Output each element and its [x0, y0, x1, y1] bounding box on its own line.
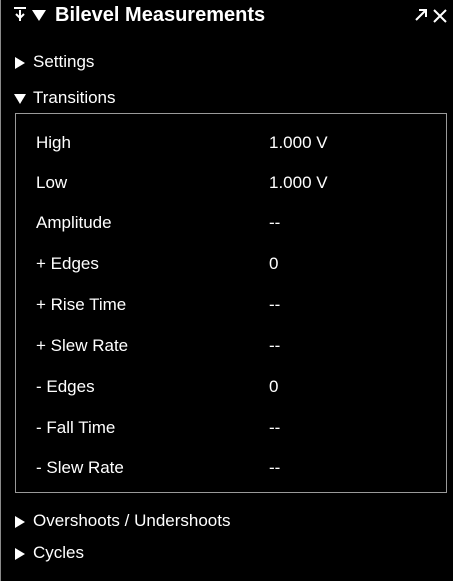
measurement-value: 0: [269, 254, 279, 273]
measurement-value: --: [269, 458, 281, 477]
section-transitions-header[interactable]: Transitions: [1, 81, 116, 115]
measurement-row: Low 1.000 V: [16, 164, 446, 202]
measurement-label: - Fall Time: [36, 418, 116, 437]
measurement-row: + Rise Time --: [16, 286, 446, 324]
measurement-row: + Edges 0: [16, 245, 446, 283]
section-transitions-label: Transitions: [33, 88, 116, 107]
section-settings-header[interactable]: Settings: [1, 45, 94, 79]
measurement-label: + Slew Rate: [36, 336, 129, 355]
panel-title: Bilevel Measurements: [55, 4, 266, 26]
measurement-label: - Edges: [36, 377, 95, 396]
section-cycles-header[interactable]: Cycles: [1, 536, 84, 570]
measurement-label: High: [36, 133, 71, 152]
triangle-right-icon: [13, 546, 27, 560]
section-settings-label: Settings: [33, 52, 95, 71]
measurement-label: - Slew Rate: [36, 458, 124, 477]
section-cycles-label: Cycles: [33, 543, 85, 562]
measurement-value: --: [269, 295, 281, 314]
measurement-value: 1.000 V: [269, 173, 328, 192]
measurement-label: Amplitude: [36, 213, 112, 232]
bilevel-measurements-panel: Bilevel Measurements Settings Transition…: [0, 0, 453, 581]
measurement-row: - Slew Rate --: [16, 449, 446, 487]
measurement-label: + Edges: [36, 254, 99, 273]
measurement-value: 1.000 V: [269, 133, 328, 152]
measurement-value: --: [269, 336, 281, 355]
pin-icon[interactable]: [13, 6, 27, 24]
measurement-label: + Rise Time: [36, 295, 127, 314]
close-icon[interactable]: [432, 8, 448, 24]
triangle-right-icon: [13, 55, 27, 69]
triangle-down-icon: [13, 91, 27, 105]
section-overshoots-label: Overshoots / Undershoots: [33, 511, 231, 530]
measurement-row: - Edges 0: [16, 368, 446, 406]
measurement-value: 0: [269, 377, 279, 396]
triangle-right-icon: [13, 514, 27, 528]
measurement-row: + Slew Rate --: [16, 327, 446, 365]
measurement-value: --: [269, 418, 281, 437]
section-overshoots-header[interactable]: Overshoots / Undershoots: [1, 504, 230, 538]
measurement-label: Low: [36, 173, 68, 192]
measurement-row: Amplitude --: [16, 204, 446, 242]
measurement-value: --: [269, 213, 281, 232]
undock-arrow-icon[interactable]: [414, 8, 427, 22]
measurement-row: High 1.000 V: [16, 124, 446, 162]
panel-menu-icon[interactable]: [31, 7, 47, 23]
panel-titlebar: Bilevel Measurements: [1, 0, 453, 30]
transitions-group: High 1.000 V Low 1.000 V Amplitude -- + …: [15, 113, 447, 493]
measurement-row: - Fall Time --: [16, 409, 446, 447]
